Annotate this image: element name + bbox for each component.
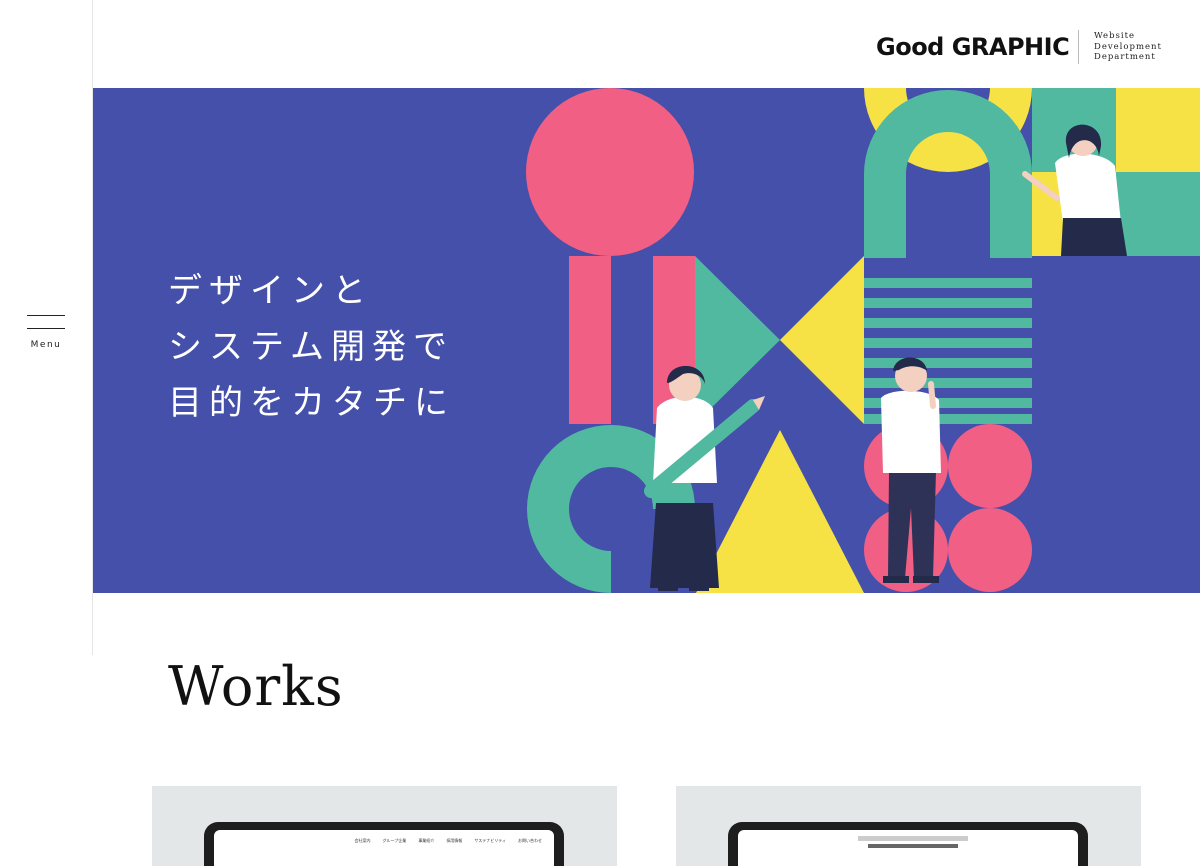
logo-wordmark: Good GRAPHIC <box>876 33 1070 61</box>
works-heading: Works <box>168 655 344 718</box>
preview-nav: 会社案内 グループ企業 事業紹介 採用情報 サステナビリティ お問い合わせ <box>355 838 542 844</box>
preview-nav-item: 会社案内 <box>354 838 371 843</box>
preview-nav-item: グループ企業 <box>382 838 407 843</box>
laptop-mockup <box>728 822 1088 866</box>
logo-sub-line: Website <box>1094 31 1136 41</box>
yellow-triangle-shape <box>780 256 864 424</box>
pink-dot-shape <box>948 508 1032 592</box>
logo-department: Website Development Department <box>1094 31 1162 63</box>
logo-sub-line: Development <box>1094 41 1162 52</box>
hero-tagline-line: デザインと <box>168 271 373 311</box>
yellow-block-shape <box>1116 88 1200 172</box>
screen-preview <box>738 830 1078 866</box>
hero-tagline-line: 目的をカタチに <box>168 383 455 423</box>
preview-nav-item: 採用情報 <box>446 838 463 843</box>
hamburger-icon-line-top <box>27 315 65 316</box>
left-rail: Menu <box>0 0 93 655</box>
screen-preview: 会社案内 グループ企業 事業紹介 採用情報 サステナビリティ お問い合わせ <box>214 830 554 866</box>
green-arch-shape <box>864 90 1032 258</box>
logo-divider <box>1078 30 1079 64</box>
preview-header-bar <box>858 836 968 841</box>
hero-tagline-line: システム開発で <box>168 327 454 367</box>
work-card[interactable] <box>676 786 1141 866</box>
menu-button[interactable]: Menu <box>27 315 65 355</box>
hero-banner: デザインと システム開発で 目的をカタチに <box>93 88 1200 593</box>
pink-circle-shape <box>526 88 694 256</box>
hamburger-icon-line-bottom <box>27 328 65 329</box>
green-block-shape <box>1116 172 1200 256</box>
yellow-triangle-bottom-shape <box>696 430 864 593</box>
preview-title-bar <box>868 844 958 848</box>
pink-dot-shape <box>948 424 1032 508</box>
menu-label: Menu <box>30 340 62 350</box>
green-triangle-shape <box>695 256 780 424</box>
pink-bar-shape <box>569 256 611 424</box>
work-card[interactable]: 会社案内 グループ企業 事業紹介 採用情報 サステナビリティ お問い合わせ <box>152 786 617 866</box>
preview-nav-item: サステナビリティ <box>474 838 506 843</box>
logo-sub-line: Department <box>1094 52 1156 62</box>
preview-nav-item: お問い合わせ <box>518 838 542 843</box>
laptop-mockup: 会社案内 グループ企業 事業紹介 採用情報 サステナビリティ お問い合わせ <box>204 822 564 866</box>
hero-tagline: デザインと システム開発で 目的をカタチに <box>168 263 455 431</box>
preview-nav-item: 事業紹介 <box>418 838 435 843</box>
site-logo[interactable]: Good GRAPHIC <box>876 31 1070 63</box>
